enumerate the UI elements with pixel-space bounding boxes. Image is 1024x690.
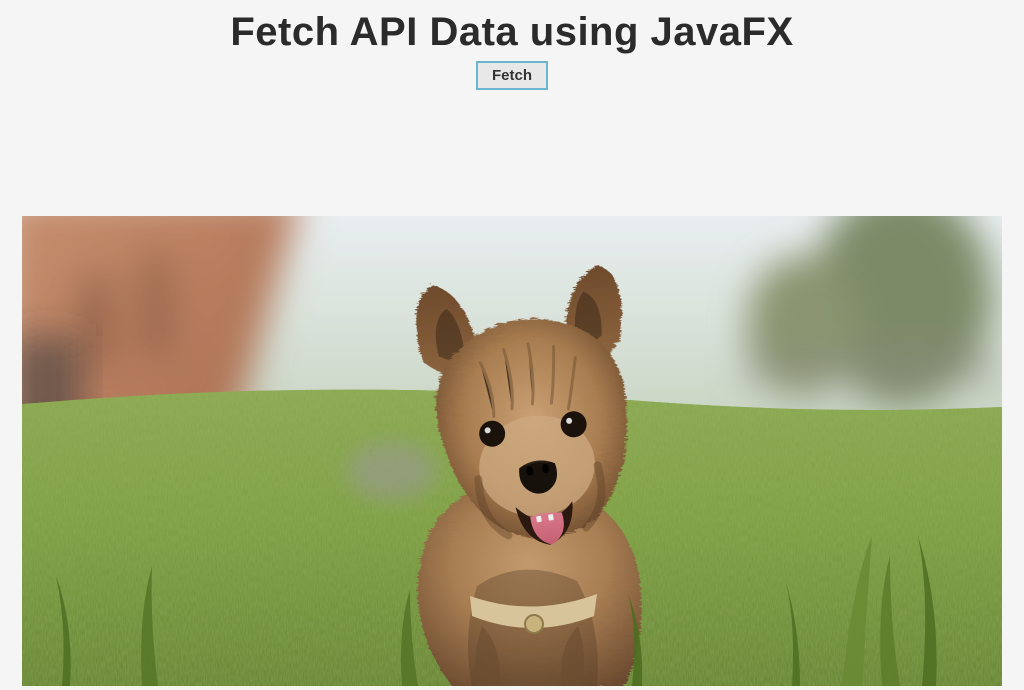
result-image xyxy=(22,216,1002,686)
main-container: Fetch API Data using JavaFX Fetch xyxy=(0,0,1024,686)
fetch-button[interactable]: Fetch xyxy=(476,61,548,90)
page-title: Fetch API Data using JavaFX xyxy=(230,10,793,55)
